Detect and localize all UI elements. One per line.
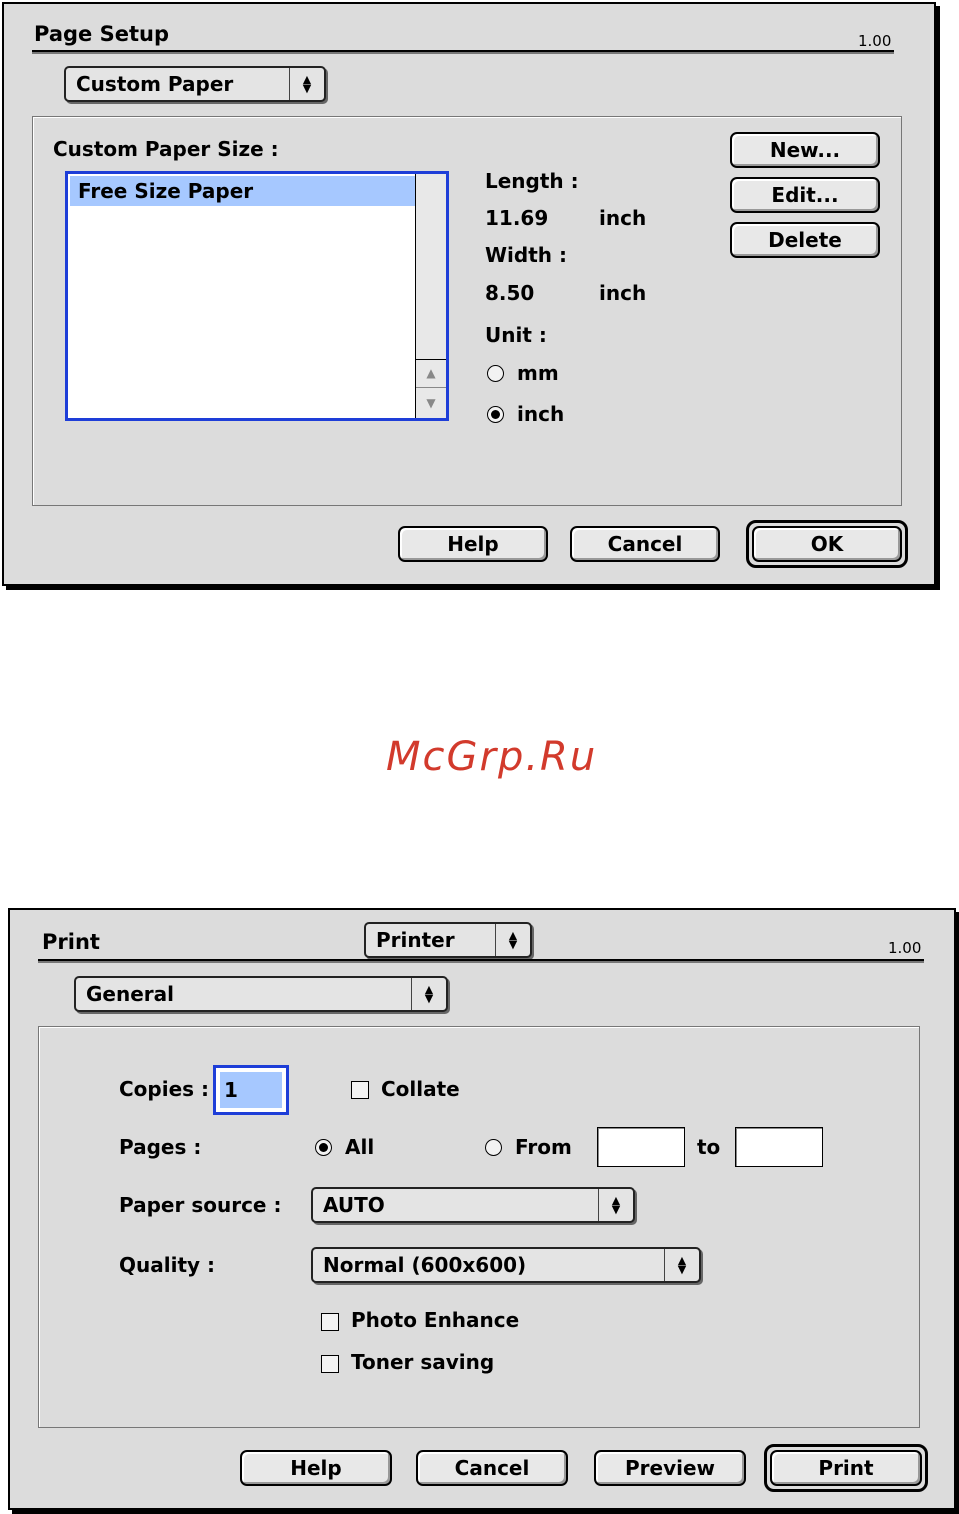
preview-button[interactable]: Preview (594, 1450, 746, 1486)
pages-to-field[interactable] (735, 1127, 823, 1167)
toner-saving-checkbox[interactable] (321, 1355, 339, 1373)
print-version: 1.00 (888, 939, 922, 957)
page-setup-dialog: Page Setup 1.00 Custom Paper ▲ ▼ Custom P… (2, 2, 936, 586)
unit-inch-label[interactable]: inch (517, 402, 564, 426)
pages-to-label: to (697, 1135, 721, 1159)
print-options-group: Copies : 1 Collate Pages : All From to P… (38, 1026, 920, 1428)
width-label: Width : (485, 243, 567, 267)
page-setup-version: 1.00 (858, 32, 892, 50)
panel-popup-value: General (86, 982, 174, 1006)
collate-label[interactable]: Collate (381, 1077, 460, 1101)
popup-arrows-icon: ▲ ▼ (411, 978, 446, 1010)
pages-all-radio[interactable] (315, 1139, 332, 1156)
popup-arrows-icon: ▲ ▼ (598, 1189, 633, 1221)
width-unit: inch (599, 281, 647, 305)
new-button[interactable]: New... (730, 132, 880, 168)
custom-paper-list[interactable]: Free Size Paper ▲ ▼ (65, 171, 449, 421)
scroll-up-arrow-icon[interactable]: ▲ (416, 359, 446, 386)
print-help-button[interactable]: Help (240, 1450, 392, 1486)
popup-arrows-icon: ▲ ▼ (289, 68, 324, 100)
title-divider (32, 50, 894, 54)
panel-popup[interactable]: General ▲ ▼ (74, 976, 448, 1012)
page-setup-title: Page Setup (34, 22, 169, 46)
page-setup-help-button[interactable]: Help (398, 526, 548, 562)
delete-button[interactable]: Delete (730, 222, 880, 258)
popup-arrows-icon: ▲ ▼ (495, 924, 530, 956)
ok-button[interactable]: OK (752, 526, 902, 562)
pages-from-radio[interactable] (485, 1139, 502, 1156)
print-title-divider (38, 959, 924, 963)
collate-checkbox[interactable] (351, 1081, 369, 1099)
paper-source-label: Paper source : (119, 1193, 282, 1217)
width-value: 8.50 (485, 281, 535, 305)
unit-mm-radio[interactable] (487, 365, 504, 382)
copies-label: Copies : (119, 1077, 210, 1101)
pages-from-label[interactable]: From (515, 1135, 572, 1159)
unit-mm-label[interactable]: mm (517, 361, 559, 385)
length-unit: inch (599, 206, 647, 230)
pages-from-field[interactable] (597, 1127, 685, 1167)
photo-enhance-checkbox[interactable] (321, 1313, 339, 1331)
length-label: Length : (485, 169, 579, 193)
print-cancel-button[interactable]: Cancel (416, 1450, 568, 1486)
edit-button[interactable]: Edit... (730, 177, 880, 213)
custom-paper-size-label: Custom Paper Size : (53, 137, 279, 161)
toner-saving-label[interactable]: Toner saving (351, 1350, 494, 1374)
copies-value: 1 (224, 1078, 238, 1102)
quality-popup[interactable]: Normal (600x600) ▲ ▼ (311, 1247, 701, 1283)
list-item-free-size-paper[interactable]: Free Size Paper (70, 176, 416, 206)
page-setup-mode-popup[interactable]: Custom Paper ▲ ▼ (64, 66, 326, 102)
pages-all-label[interactable]: All (345, 1135, 374, 1159)
pages-label: Pages : (119, 1135, 202, 1159)
quality-label: Quality : (119, 1253, 216, 1277)
photo-enhance-label[interactable]: Photo Enhance (351, 1308, 519, 1332)
list-scrollbar[interactable]: ▲ ▼ (415, 174, 446, 418)
page-setup-mode-value: Custom Paper (76, 72, 234, 96)
paper-source-popup[interactable]: AUTO ▲ ▼ (311, 1187, 635, 1223)
watermark-text: McGrp.Ru (386, 734, 598, 780)
page-setup-cancel-button[interactable]: Cancel (570, 526, 720, 562)
unit-inch-radio[interactable] (487, 406, 504, 423)
list-item-label: Free Size Paper (78, 179, 254, 203)
printer-popup-value: Printer (376, 928, 455, 952)
scroll-down-arrow-icon[interactable]: ▼ (416, 387, 446, 418)
popup-arrows-icon: ▲ ▼ (664, 1249, 699, 1281)
print-title: Print (42, 930, 100, 954)
quality-value: Normal (600x600) (323, 1253, 527, 1277)
copies-field[interactable]: 1 (213, 1065, 289, 1115)
unit-label: Unit : (485, 323, 547, 347)
paper-source-value: AUTO (323, 1193, 385, 1217)
printer-popup[interactable]: Printer ▲ ▼ (364, 922, 532, 958)
length-value: 11.69 (485, 206, 549, 230)
custom-paper-group: Custom Paper Size : Free Size Paper ▲ ▼ … (32, 116, 902, 506)
print-dialog: Print Printer ▲ ▼ 1.00 General ▲ ▼ Copies … (8, 908, 956, 1510)
print-button[interactable]: Print (770, 1450, 922, 1486)
